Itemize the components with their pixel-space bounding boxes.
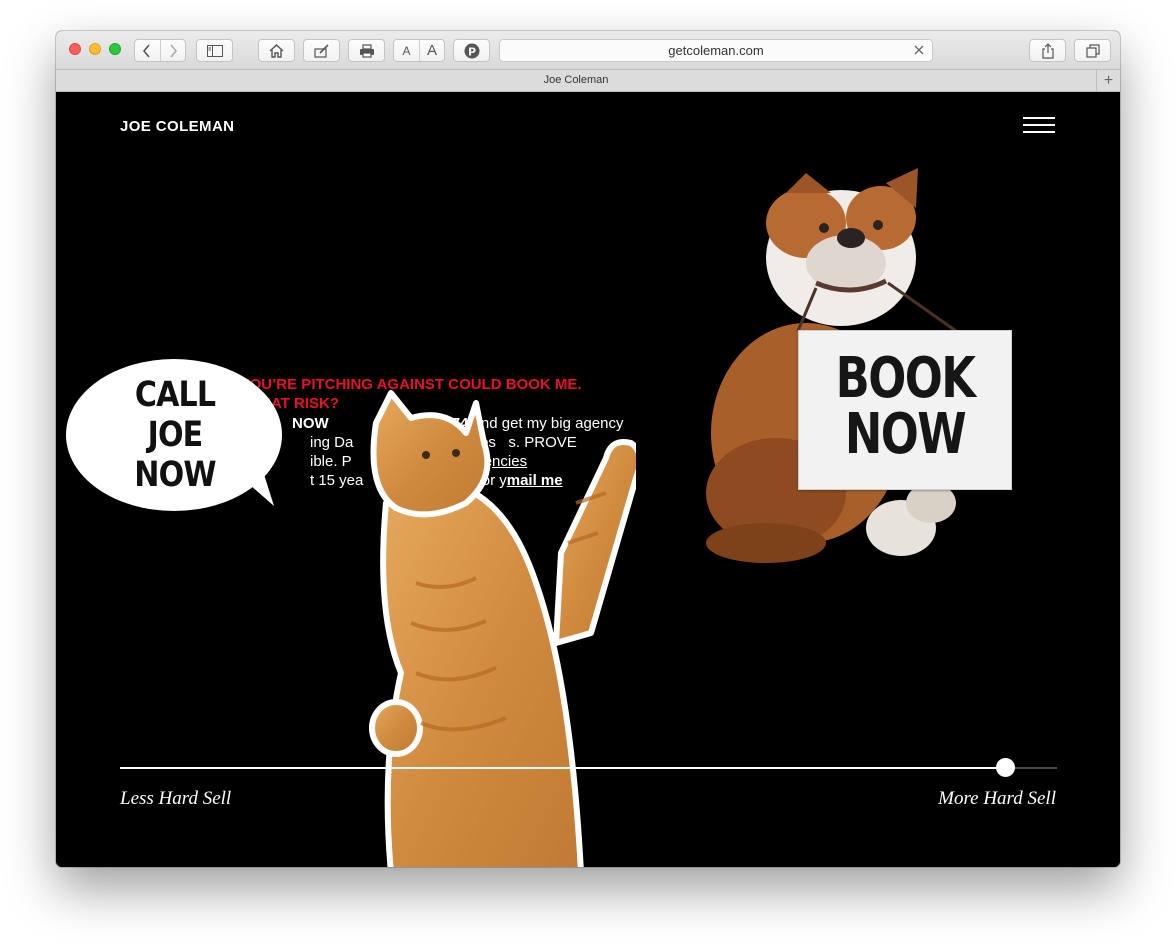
forward-button[interactable]: [159, 40, 185, 61]
font-size-group: A A: [393, 39, 445, 62]
more-hard-sell-label: More Hard Sell: [938, 788, 1056, 809]
sidebar-icon: [206, 44, 223, 57]
sign-line-book: BOOK: [835, 346, 976, 411]
back-button[interactable]: [135, 40, 160, 61]
forward-icon: [170, 43, 178, 58]
page-viewport: JOE COLEMAN Y YOU’RE PITCHING AGAINST CO…: [56, 93, 1120, 867]
edit-icon: [313, 43, 329, 58]
browser-window: A A P getcoleman.com Joe Coleman + JOE C…: [56, 31, 1120, 867]
new-tab-button[interactable]: +: [1096, 70, 1120, 91]
sign-text: BOOK NOW: [820, 351, 990, 463]
bubble-line-now: NOW: [134, 455, 216, 495]
back-forward-group: [134, 39, 186, 62]
hard-sell-slider-track[interactable]: [120, 767, 1057, 769]
decrease-font-button[interactable]: A: [394, 40, 419, 61]
site-logo[interactable]: JOE COLEMAN: [120, 118, 234, 135]
less-hard-sell-label: Less Hard Sell: [120, 788, 232, 809]
bubble-text: CALL JOE NOW: [124, 375, 225, 495]
back-icon: [143, 43, 151, 58]
edit-button[interactable]: [303, 39, 340, 62]
sidebar-button[interactable]: [196, 39, 233, 62]
tabs-overview-button[interactable]: [1074, 39, 1111, 62]
pinterest-button[interactable]: P: [453, 39, 490, 62]
menu-button[interactable]: [1023, 115, 1057, 137]
close-window-button[interactable]: [69, 43, 81, 55]
increase-font-button[interactable]: A: [418, 40, 444, 61]
menu-icon: [1023, 117, 1055, 133]
tabs-icon: [1085, 43, 1100, 58]
bubble-line-call: CALL: [134, 375, 216, 415]
clear-icon[interactable]: [912, 43, 926, 57]
svg-text:P: P: [467, 45, 475, 58]
tab-bar: Joe Coleman +: [56, 69, 1120, 92]
minimize-window-button[interactable]: [89, 43, 101, 55]
pinterest-icon: P: [464, 43, 479, 58]
maximize-window-button[interactable]: [109, 43, 121, 55]
book-now-sign[interactable]: BOOK NOW: [798, 330, 1012, 490]
slider-fill: [120, 767, 1006, 769]
url-text: getcoleman.com: [668, 43, 764, 58]
hard-sell-slider-handle[interactable]: [995, 758, 1015, 777]
share-button[interactable]: [1029, 39, 1066, 62]
sign-line-now: NOW: [844, 402, 967, 467]
cat-image: [369, 390, 636, 867]
home-icon: [269, 43, 284, 58]
address-bar[interactable]: getcoleman.com: [499, 39, 933, 62]
print-button[interactable]: [348, 39, 385, 62]
bubble-line-joe: JOE: [147, 415, 204, 455]
browser-toolbar: A A P getcoleman.com: [56, 31, 1120, 69]
tab-joe-coleman[interactable]: Joe Coleman: [56, 74, 1096, 86]
home-button[interactable]: [258, 39, 295, 62]
share-icon: [1041, 42, 1054, 59]
print-icon: [359, 43, 374, 58]
